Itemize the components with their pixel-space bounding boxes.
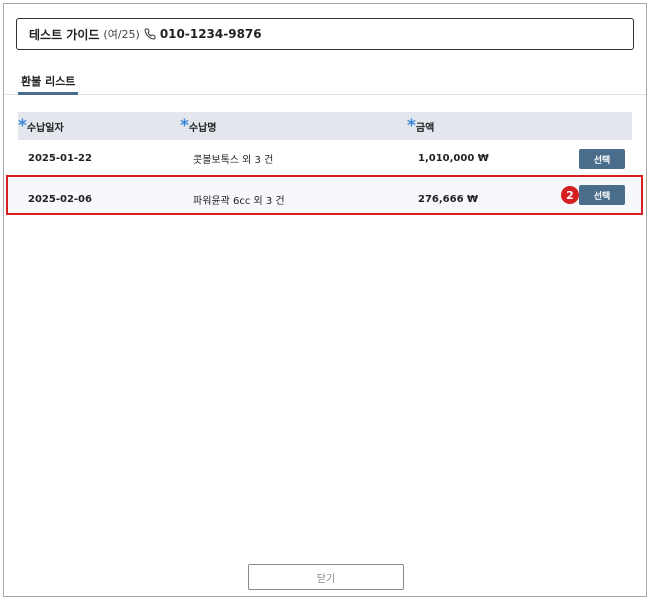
- phone-icon: [144, 28, 156, 40]
- row-name: 콧볼보톡스 외 3 건: [193, 154, 274, 166]
- row-date: 2025-01-22: [28, 152, 92, 164]
- table-row: 2025-01-22 콧볼보톡스 외 3 건 1,010,000 ₩: [18, 140, 632, 176]
- patient-name: 테스트 가이드: [29, 27, 100, 42]
- step-number-badge: 2: [561, 186, 579, 204]
- tab-refund-list[interactable]: 환불 리스트: [18, 70, 79, 95]
- row-date: 2025-02-06: [28, 193, 92, 205]
- patient-phone: 010-1234-9876: [159, 27, 262, 41]
- select-button-row-2[interactable]: 선택: [579, 185, 625, 205]
- required-star-icon: *: [180, 115, 189, 136]
- tab-bar: 환불 리스트: [4, 70, 646, 95]
- close-button[interactable]: 닫기: [248, 564, 404, 590]
- patient-gender-age: (여/25): [103, 28, 140, 41]
- required-star-icon: *: [18, 115, 27, 136]
- row-amount: 276,666 ₩: [418, 193, 479, 205]
- row-name: 파워윤곽 6cc 외 3 건: [193, 195, 285, 207]
- column-header-name: * 수납명: [180, 115, 217, 136]
- refund-table: * 수납일자 * 수납명 * 금액 2025-01-22 콧볼보톡스 외 3 건…: [18, 112, 632, 217]
- row-amount: 1,010,000 ₩: [418, 152, 489, 164]
- column-header-date: * 수납일자: [18, 115, 64, 136]
- patient-info-box: 테스트 가이드 (여/25) 010-1234-9876: [16, 18, 634, 50]
- table-row: 2025-02-06 파워윤곽 6cc 외 3 건 276,666 ₩: [18, 181, 632, 217]
- column-header-amount: * 금액: [407, 115, 435, 136]
- select-button-row-1[interactable]: 선택: [579, 149, 625, 169]
- required-star-icon: *: [407, 115, 416, 136]
- table-header: * 수납일자 * 수납명 * 금액: [18, 112, 632, 140]
